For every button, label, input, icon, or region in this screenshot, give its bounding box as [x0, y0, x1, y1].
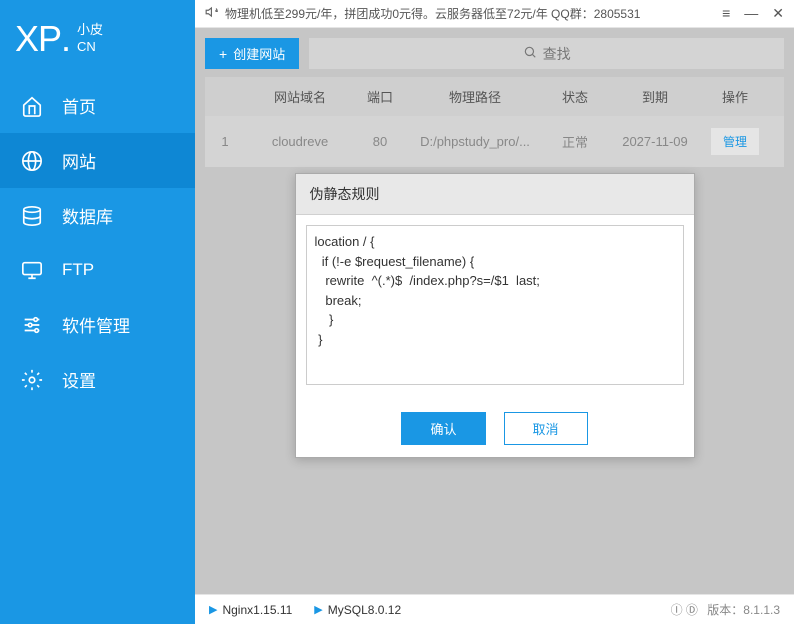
logo: XP . 小皮 CN	[0, 0, 195, 78]
logo-main: XP	[15, 18, 61, 60]
play-icon: ▶	[314, 603, 322, 616]
rewrite-rule-dialog: 伪静态规则 确认 取消	[295, 173, 695, 458]
content-area: + 创建网站 查找 网站域名 端口 物理路径 状态 到期 操作 1 cloudr…	[195, 28, 794, 594]
main-area: 物理机低至299元/年，拼团成功0元得。云服务器低至72元/年 QQ群：2805…	[195, 0, 794, 624]
nav-settings-label: 设置	[62, 367, 96, 392]
nav-website[interactable]: 网站	[0, 133, 195, 188]
dialog-body	[296, 215, 694, 400]
nav-home-label: 首页	[62, 93, 96, 118]
sidebar: XP . 小皮 CN 首页 网站 数据库 FTP 软件管理	[0, 0, 195, 624]
dialog-overlay: 伪静态规则 确认 取消	[195, 28, 794, 594]
dialog-footer: 确认 取消	[296, 400, 694, 457]
cancel-button[interactable]: 取消	[504, 412, 588, 445]
version-info: Ⓘ Ⓓ 版本：8.1.1.3	[671, 601, 780, 618]
mysql-label: MySQL8.0.12	[328, 603, 401, 617]
database-icon	[20, 204, 44, 228]
nav-database-label: 数据库	[62, 203, 113, 228]
topbar: 物理机低至299元/年，拼团成功0元得。云服务器低至72元/年 QQ群：2805…	[195, 0, 794, 28]
nav-website-label: 网站	[62, 148, 96, 173]
announcement-text: 物理机低至299元/年，拼团成功0元得。云服务器低至72元/年 QQ群：2805…	[225, 5, 640, 22]
nav-settings[interactable]: 设置	[0, 352, 195, 407]
confirm-button[interactable]: 确认	[401, 412, 485, 445]
gear-icon	[20, 368, 44, 392]
window-controls: ≡ — ✕	[722, 5, 784, 22]
nav-ftp[interactable]: FTP	[0, 243, 195, 297]
nav-software[interactable]: 软件管理	[0, 297, 195, 352]
nav-software-label: 软件管理	[62, 312, 130, 337]
nav-ftp-label: FTP	[62, 260, 94, 280]
nav-database[interactable]: 数据库	[0, 188, 195, 243]
statusbar: ▶ Nginx1.15.11 ▶ MySQL8.0.12 Ⓘ Ⓓ 版本：8.1.…	[195, 594, 794, 624]
mysql-service[interactable]: ▶ MySQL8.0.12	[314, 603, 401, 617]
rewrite-rule-textarea[interactable]	[306, 225, 684, 385]
logo-sub: 小皮 CN	[77, 22, 103, 56]
play-icon: ▶	[209, 603, 217, 616]
sliders-icon	[20, 313, 44, 337]
nginx-service[interactable]: ▶ Nginx1.15.11	[209, 603, 292, 617]
minimize-icon[interactable]: —	[744, 5, 758, 22]
monitor-icon	[20, 258, 44, 282]
globe-icon	[20, 149, 44, 173]
menu-icon[interactable]: ≡	[722, 5, 730, 22]
nav-home[interactable]: 首页	[0, 78, 195, 133]
dialog-title: 伪静态规则	[296, 174, 694, 215]
close-icon[interactable]: ✕	[772, 5, 784, 22]
speaker-icon	[205, 5, 219, 22]
home-icon	[20, 94, 44, 118]
logo-dot: .	[61, 18, 71, 60]
nginx-label: Nginx1.15.11	[222, 603, 292, 617]
